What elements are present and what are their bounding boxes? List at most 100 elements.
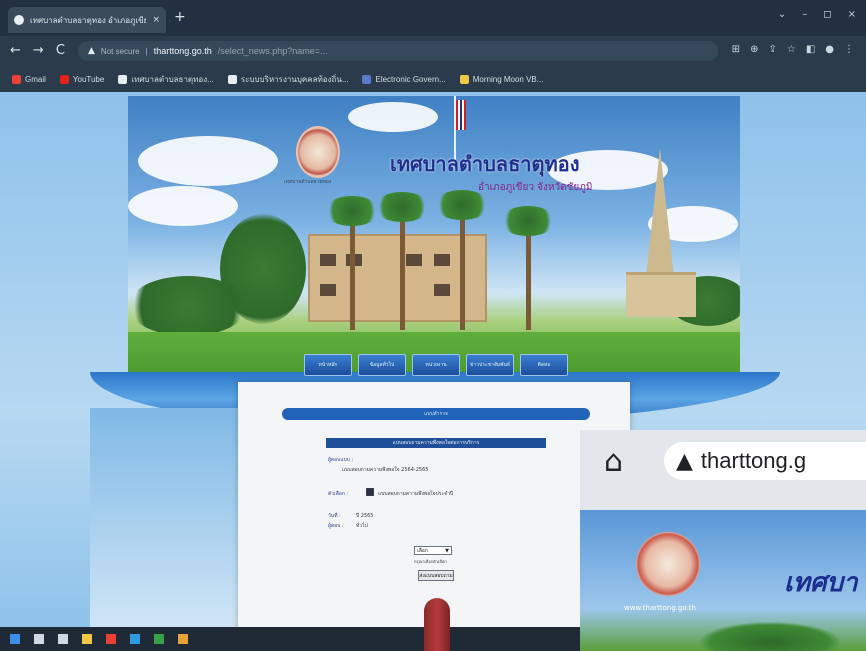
- seal-caption: เทศบาลตำบลธาตุทอง: [284, 179, 332, 185]
- field-value-2: แบบสอบถามความพึงพอใจประจำปี: [378, 491, 454, 497]
- maximize-button[interactable]: ◻: [823, 9, 831, 20]
- windows-taskbar: [0, 627, 580, 651]
- bookmark-label: เทศบาลตำบลธาตุทอง...: [131, 74, 214, 84]
- palm-crown: [374, 192, 430, 222]
- popup-header-bar: แบบสำรวจ: [282, 408, 590, 420]
- cloud: [138, 136, 278, 186]
- bookmark-item[interactable]: Gmail: [12, 74, 46, 84]
- tab-bar: เทศบาลตำบลธาตุทอง อำเภอภูเขียว จั... × +…: [0, 0, 866, 36]
- file-explorer-icon[interactable]: [82, 634, 92, 644]
- site-menu-button[interactable]: หน้าหลัก: [304, 354, 352, 376]
- option-checkbox[interactable]: [366, 488, 374, 496]
- field-label-2: ตัวเลือก :: [328, 491, 349, 497]
- site-menu-button[interactable]: ติดต่อ: [520, 354, 568, 376]
- bookmark-label: ระบบบริหารงานบุคคลท้องถิ่น...: [240, 74, 349, 84]
- chrome-icon[interactable]: [106, 634, 116, 644]
- site-favicon-icon: [14, 15, 24, 25]
- app-icon-2[interactable]: [178, 634, 188, 644]
- forward-button[interactable]: →: [33, 43, 44, 58]
- bookmark-favicon-icon: [227, 74, 237, 84]
- back-button[interactable]: ←: [10, 43, 21, 58]
- stupa-spire: [646, 148, 674, 278]
- bookmark-favicon-icon: [459, 74, 469, 84]
- municipal-seal-logo: [636, 532, 700, 596]
- municipal-seal-logo: [296, 126, 340, 178]
- share-icon[interactable]: ⇪: [768, 44, 776, 55]
- bookmark-favicon-icon: [362, 74, 372, 84]
- warning-triangle-icon[interactable]: ▲: [88, 46, 95, 56]
- url-path: /select_news.php?name=...: [217, 46, 328, 56]
- field-value-1: แบบสอบถามความพึงพอใจ 2564-2565: [342, 467, 429, 473]
- tab-close-icon[interactable]: ×: [152, 15, 160, 25]
- site-menu: หน้าหลัก ข้อมูลทั่วไป หน่วยงาน ข่าวประชาสัม…: [304, 354, 568, 376]
- zoomed-address-bar[interactable]: ▲ tharttong.g: [664, 442, 866, 480]
- home-icon[interactable]: ⌂: [604, 444, 623, 479]
- bookmark-favicon-icon: [59, 74, 69, 84]
- bookmark-label: Gmail: [25, 74, 46, 84]
- palm-crown: [500, 206, 556, 236]
- bookmark-label: Electronic Govern...: [375, 74, 446, 84]
- stylus-pen: [424, 598, 450, 651]
- site-banner-image: เทศบาลตำบลธาตุทอง เทศบาลตำบลธาตุทอง อำเภ…: [128, 96, 740, 378]
- search-icon[interactable]: [34, 634, 44, 644]
- zoomed-inset: ⌂ ▲ tharttong.g www.tharttong.go.th เทศบ…: [580, 430, 866, 651]
- cloud: [128, 186, 238, 226]
- palm-trunk: [350, 210, 355, 330]
- browser-toolbar: ← → C ▲ Not secure | tharttong.go.th /se…: [0, 36, 866, 66]
- site-menu-button[interactable]: ข่าวประชาสัมพันธ์: [466, 354, 514, 376]
- palm-trunk: [460, 204, 465, 330]
- translate-icon[interactable]: ⊞: [732, 44, 740, 55]
- bookmark-item[interactable]: Electronic Govern...: [362, 74, 446, 84]
- form-note: กรุณาเลือกตัวเลือก: [414, 559, 447, 564]
- zoomed-banner: www.tharttong.go.th เทศบา: [580, 510, 866, 651]
- form-title: แบบสอบถามความพึงพอใจต่อการบริการ: [326, 438, 546, 448]
- bookmark-star-icon[interactable]: ☆: [787, 44, 796, 55]
- menu-kebab-icon[interactable]: ⋮: [844, 44, 854, 55]
- new-tab-button[interactable]: +: [174, 9, 186, 25]
- site-menu-button[interactable]: หน่วยงาน: [412, 354, 460, 376]
- dropdown-value: เลือก: [417, 547, 428, 554]
- window: [406, 254, 422, 266]
- tab-search-icon[interactable]: ⌄: [778, 9, 786, 20]
- extensions-icon[interactable]: ◧: [806, 44, 815, 55]
- address-bar[interactable]: ▲ Not secure | tharttong.go.th /select_n…: [78, 41, 718, 61]
- profile-avatar-icon[interactable]: ●: [825, 44, 834, 55]
- field-label-4: ผู้ตอบ :: [328, 523, 344, 529]
- bookmark-item[interactable]: Morning Moon VB...: [459, 74, 543, 84]
- submit-button[interactable]: ส่งแบบสอบถาม: [418, 570, 454, 581]
- close-window-button[interactable]: ×: [848, 9, 856, 20]
- url-host: tharttong.go.th: [153, 46, 212, 56]
- warning-triangle-icon[interactable]: ▲: [676, 449, 693, 474]
- field-label-1: ผู้ตอบแบบ :: [328, 457, 354, 463]
- chevron-down-icon: ▼: [445, 547, 449, 554]
- edge-icon[interactable]: [130, 634, 140, 644]
- window: [434, 284, 450, 296]
- bookmark-item[interactable]: YouTube: [59, 74, 104, 84]
- site-menu-button[interactable]: ข้อมูลทั่วไป: [358, 354, 406, 376]
- bookmark-favicon-icon: [118, 74, 128, 84]
- bookmark-item[interactable]: เทศบาลตำบลธาตุทอง...: [118, 73, 214, 86]
- bookmark-item[interactable]: ระบบบริหารงานบุคคลท้องถิ่น...: [227, 73, 349, 86]
- address-divider: |: [145, 46, 148, 56]
- app-icon[interactable]: [154, 634, 164, 644]
- cloud: [348, 102, 438, 132]
- stupa-base: [626, 272, 696, 317]
- thai-flag-icon: [456, 100, 466, 130]
- reload-button[interactable]: C: [56, 43, 65, 58]
- palm-trunk: [526, 220, 531, 330]
- field-label-3: วันที่ :: [328, 513, 341, 519]
- page-body-left: [90, 408, 250, 627]
- not-secure-label: Not secure: [100, 46, 140, 56]
- task-view-icon[interactable]: [58, 634, 68, 644]
- zoomed-address-bar-area: ⌂ ▲ tharttong.g: [580, 430, 866, 510]
- bookmarks-bar: Gmail YouTube เทศบาลตำบลธาตุทอง... ระบบบริห…: [0, 66, 866, 92]
- shrubs: [128, 276, 248, 336]
- zoom-icon[interactable]: ⊕: [750, 44, 758, 55]
- browser-tab[interactable]: เทศบาลตำบลธาตุทอง อำเภอภูเขียว จั... ×: [8, 7, 166, 33]
- window: [320, 254, 336, 266]
- minimize-button[interactable]: –: [802, 9, 807, 20]
- windows-start-icon[interactable]: [10, 634, 20, 644]
- survey-popup-window: แบบสำรวจ แบบสอบถามความพึงพอใจต่อการบริกา…: [238, 382, 630, 634]
- choice-dropdown[interactable]: เลือก ▼: [414, 546, 452, 555]
- window: [320, 284, 336, 296]
